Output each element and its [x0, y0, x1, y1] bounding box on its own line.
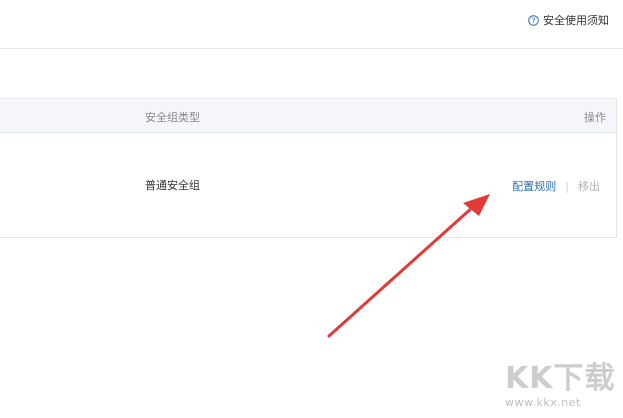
security-notice-label: 安全使用须知	[543, 14, 609, 27]
column-header-type: 安全组类型	[145, 111, 200, 124]
group-type-cell: 普通安全组	[145, 179, 200, 192]
watermark-logo: KK下载	[505, 361, 616, 396]
question-circle-icon: ?	[528, 14, 539, 26]
security-notice-link[interactable]: ? 安全使用须知	[528, 12, 609, 28]
column-header-actions: 操作	[584, 111, 606, 124]
action-separator: |	[565, 179, 569, 193]
row-actions: 配置规则 | 移出	[512, 178, 600, 194]
top-toolbar: ? 安全使用须知	[0, 0, 623, 49]
svg-text:?: ?	[532, 16, 536, 25]
configure-rules-link[interactable]: 配置规则	[512, 178, 556, 194]
table-header: 安全组类型 操作	[0, 99, 616, 133]
remove-link: 移出	[578, 180, 600, 193]
security-group-table: 安全组类型 操作 普通安全组 配置规则 | 移出	[0, 98, 617, 238]
watermark: KK下载 www.kkx.net	[505, 362, 617, 416]
page: ? 安全使用须知 安全组类型 操作 普通安全组 配置规则 | 移出 KK下载 w…	[0, 0, 623, 418]
table-row: 普通安全组 配置规则 | 移出	[0, 133, 616, 237]
watermark-url: www.kkx.net	[505, 396, 581, 409]
